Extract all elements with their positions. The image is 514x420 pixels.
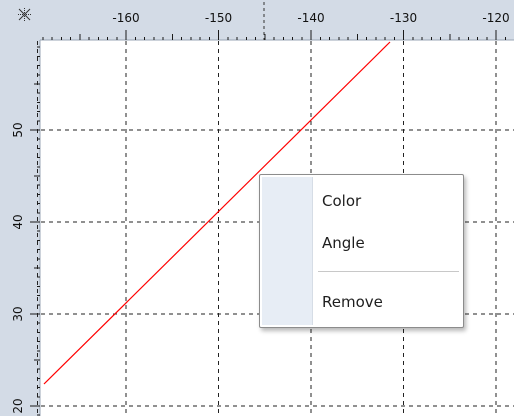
- y-ruler-label: 50: [11, 122, 25, 137]
- x-ruler-label: -130: [390, 11, 417, 25]
- context-menu: Color Angle Remove: [259, 174, 464, 328]
- y-ruler-label: 20: [11, 398, 25, 413]
- y-ruler-label: 30: [11, 306, 25, 321]
- menu-icon-gutter: [262, 177, 313, 325]
- top-ruler[interactable]: [0, 0, 514, 40]
- x-ruler-label: -160: [112, 11, 139, 25]
- y-ruler-label: 40: [11, 214, 25, 229]
- menu-item-color[interactable]: Color: [314, 187, 460, 215]
- menu-separator: [318, 271, 459, 273]
- x-ruler-label: -120: [482, 11, 509, 25]
- menu-item-remove[interactable]: Remove: [314, 288, 460, 316]
- menu-item-angle[interactable]: Angle: [314, 229, 460, 257]
- x-ruler-label: -140: [297, 11, 324, 25]
- x-ruler-label: -150: [205, 11, 232, 25]
- left-ruler[interactable]: [0, 0, 40, 416]
